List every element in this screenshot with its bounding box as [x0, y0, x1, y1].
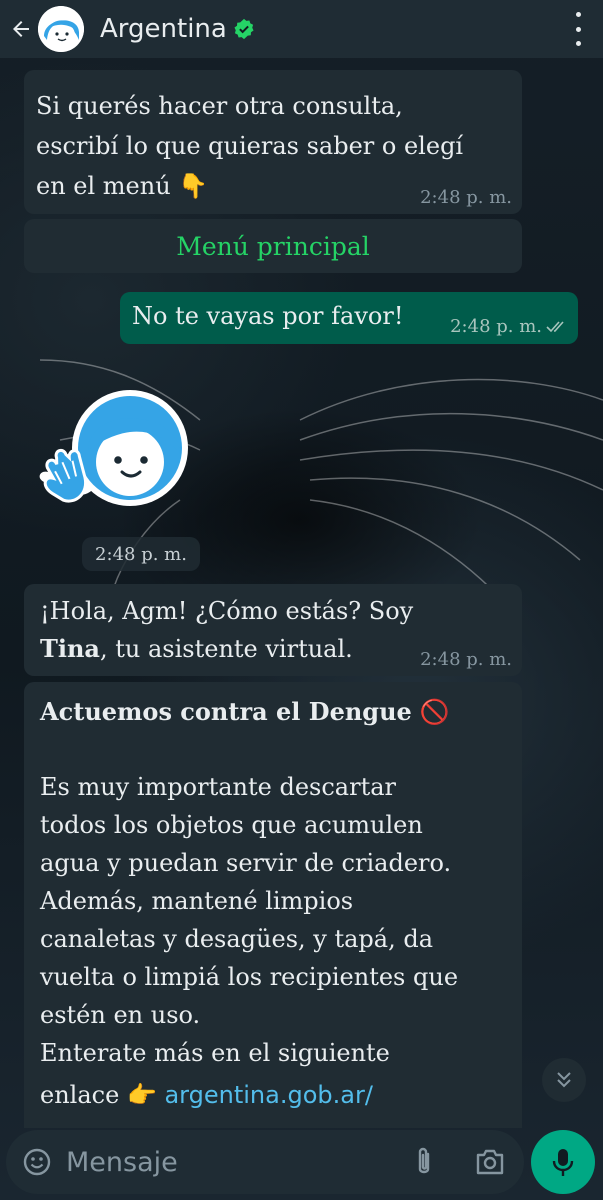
message-line: canaletas y desagües, y tapá, da	[40, 925, 434, 953]
microphone-icon	[552, 1149, 574, 1176]
message-line: Es muy importante descartar	[40, 773, 397, 801]
message-line: agua y puedan servir de criadero.	[40, 849, 452, 877]
message-input[interactable]: Mensaje	[66, 1147, 178, 1178]
verified-badge-icon	[234, 18, 254, 40]
double-check-icon	[546, 321, 564, 333]
microphone-button[interactable]	[531, 1130, 595, 1194]
chat-header: Argentina	[0, 0, 603, 58]
pointing-right-emoji: 👉	[126, 1081, 157, 1109]
incoming-message[interactable]: Si querés hacer otra consulta, escribí l…	[24, 70, 522, 214]
message-line: todos los objetos que acumulen	[40, 811, 423, 839]
contact-name[interactable]: Argentina	[100, 14, 227, 44]
chevron-double-down-icon	[557, 1072, 571, 1088]
message-line-text: en el menú	[36, 172, 171, 200]
incoming-message[interactable]: ¡Hola, Agm! ¿Cómo estás? Soy Tina, tu as…	[24, 584, 522, 676]
emoji-icon[interactable]	[22, 1147, 52, 1177]
message-line: Además, mantené limpios	[40, 887, 354, 915]
message-time: 2:48 p. m.	[450, 316, 542, 337]
message-line: Enterate más en el siguiente	[40, 1039, 390, 1067]
back-button[interactable]	[4, 0, 38, 58]
message-line-text: , tu asistente virtual.	[99, 635, 353, 663]
more-options-button[interactable]	[573, 12, 583, 46]
main-menu-button[interactable]: Menú principal	[24, 219, 522, 273]
message-body: Es muy importante descartar todos los ob…	[40, 768, 512, 1114]
message-line: vuelta o limpiá los recipientes que	[40, 963, 459, 991]
paperclip-icon[interactable]	[412, 1146, 436, 1178]
message-composer[interactable]: Mensaje	[6, 1130, 524, 1194]
tina-waving-sticker[interactable]	[30, 388, 200, 508]
sticker-time: 2:48 p. m.	[82, 537, 200, 571]
message-time: 2:48 p. m.	[420, 187, 512, 208]
message-line: estén en uso.	[40, 1001, 201, 1029]
message-line: Si querés hacer otra consulta,	[36, 92, 403, 120]
camera-icon[interactable]	[474, 1148, 506, 1176]
message-line-text: enlace	[40, 1081, 120, 1109]
message-line: escribí lo que quieras saber o elegí	[36, 132, 464, 160]
scroll-to-bottom-button[interactable]	[542, 1058, 586, 1102]
assistant-name: Tina	[40, 634, 100, 663]
message-title-text: Actuemos contra el Dengue	[40, 697, 412, 726]
main-menu-label: Menú principal	[176, 231, 370, 261]
prohibited-emoji: 🚫	[419, 698, 450, 726]
message-line: ¡Hola, Agm! ¿Cómo estás? Soy	[40, 597, 414, 625]
message-line: enlace 👉 argentina.gob.ar/	[40, 1076, 512, 1114]
pointing-down-emoji: 👇	[178, 172, 209, 200]
message-time: 2:48 p. m.	[420, 649, 512, 670]
tina-avatar-icon	[38, 6, 84, 52]
arrow-left-icon	[13, 21, 29, 37]
outgoing-message[interactable]: No te vayas por favor! 2:48 p. m.	[120, 292, 578, 344]
contact-avatar[interactable]	[38, 6, 84, 52]
argentina-link[interactable]: argentina.gob.ar/	[164, 1081, 372, 1109]
message-meta: 2:48 p. m.	[450, 308, 568, 346]
message-title: Actuemos contra el Dengue 🚫	[40, 692, 512, 732]
incoming-message[interactable]: Actuemos contra el Dengue 🚫 Es muy impor…	[24, 682, 522, 1128]
message-text: No te vayas por favor!	[132, 302, 404, 330]
